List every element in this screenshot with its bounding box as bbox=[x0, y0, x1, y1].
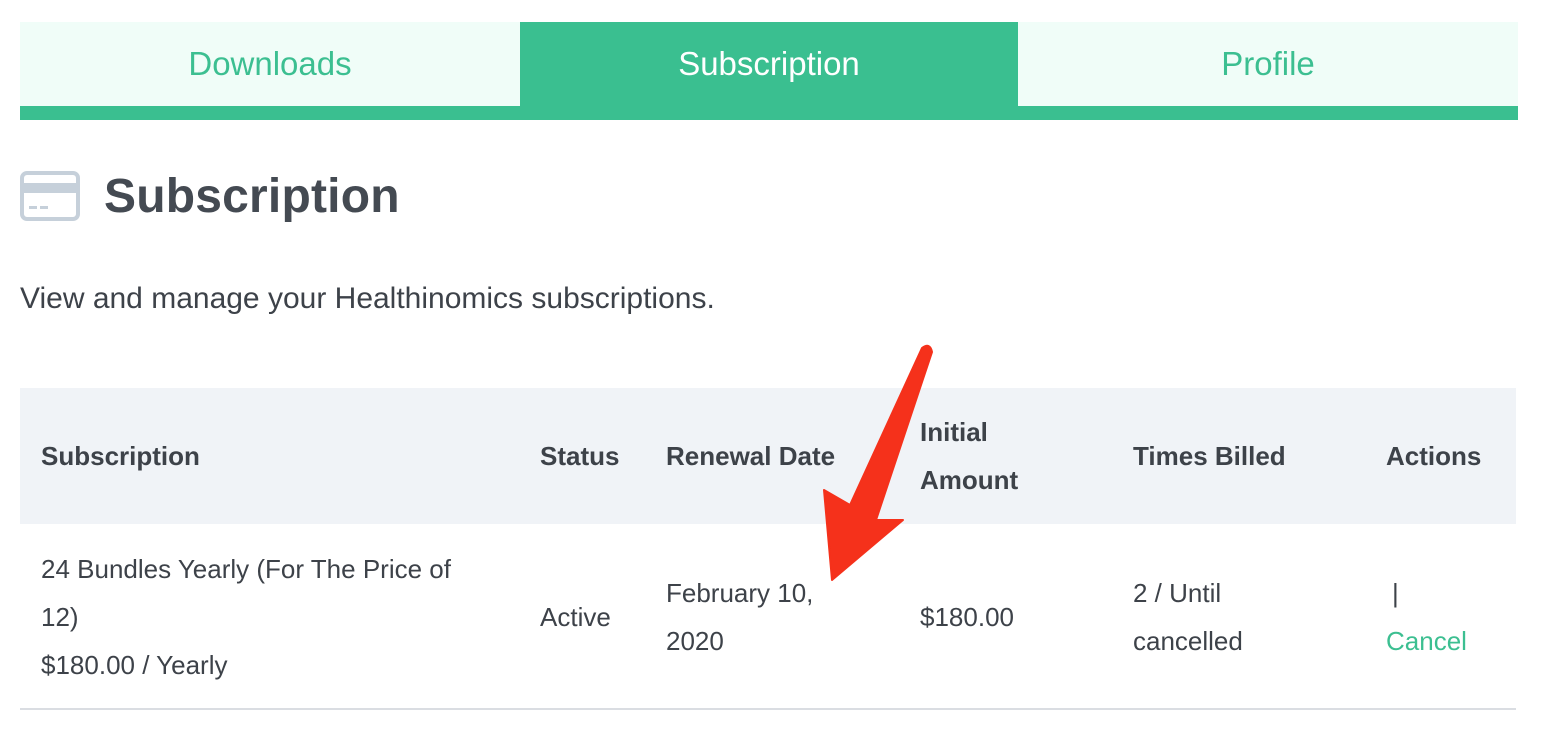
tab-downloads[interactable]: Downloads bbox=[20, 22, 520, 106]
page-title: Subscription bbox=[104, 169, 400, 223]
column-header-times-billed: Times Billed bbox=[1133, 441, 1286, 471]
column-header-initial: Initial bbox=[920, 417, 988, 447]
cancel-link[interactable]: Cancel bbox=[1386, 617, 1467, 665]
subscription-name-line1: 24 Bundles Yearly (For The Price of bbox=[41, 554, 451, 584]
times-billed-line1: 2 / Until bbox=[1133, 578, 1222, 608]
subscription-price: $180.00 / Yearly bbox=[41, 650, 228, 680]
subscriptions-table: Subscription Status Renewal Date Initial… bbox=[20, 388, 1516, 710]
actions-separator: | bbox=[1392, 578, 1399, 608]
status-value: Active bbox=[540, 602, 611, 632]
renewal-date-line2: 2020 bbox=[666, 626, 724, 656]
column-header-amount: Amount bbox=[920, 465, 1019, 495]
initial-amount-value: $180.00 bbox=[920, 602, 1014, 632]
tab-bar: Downloads Subscription Profile bbox=[20, 22, 1518, 120]
column-header-actions: Actions bbox=[1386, 441, 1482, 471]
page-header: Subscription bbox=[20, 168, 400, 224]
column-header-subscription: Subscription bbox=[41, 441, 200, 471]
column-header-renewal-date: Renewal Date bbox=[666, 441, 836, 471]
renewal-date-line1: February 10, bbox=[666, 578, 814, 608]
table-header: Subscription Status Renewal Date Initial… bbox=[20, 388, 1516, 524]
table-row: 24 Bundles Yearly (For The Price of 12) … bbox=[20, 524, 1516, 710]
subscription-name-line2: 12) bbox=[41, 602, 79, 632]
tab-profile[interactable]: Profile bbox=[1018, 22, 1518, 106]
column-header-status: Status bbox=[540, 441, 620, 471]
credit-card-icon bbox=[20, 171, 80, 221]
tab-underline bbox=[20, 106, 1518, 120]
page-description: View and manage your Healthinomics subsc… bbox=[20, 282, 715, 315]
tab-subscription[interactable]: Subscription bbox=[520, 22, 1018, 106]
times-billed-line2: cancelled bbox=[1133, 626, 1243, 656]
